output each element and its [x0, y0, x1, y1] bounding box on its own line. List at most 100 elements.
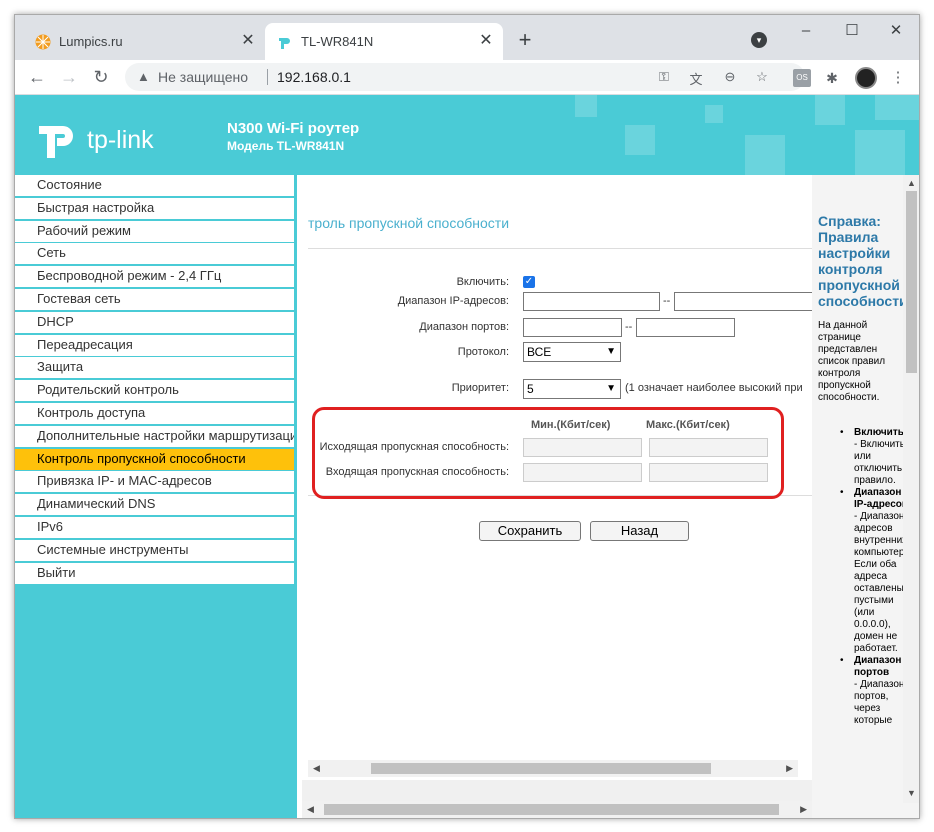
bullet-icon: •	[840, 427, 844, 438]
maximize-icon[interactable]: ☐	[837, 21, 867, 41]
sidebar-item-ddns[interactable]: Динамический DNS	[15, 494, 294, 515]
scrollbar-thumb[interactable]	[371, 763, 711, 774]
sidebar-item-dhcp[interactable]: DHCP	[15, 312, 294, 333]
scroll-right-icon[interactable]: ▶	[800, 801, 807, 818]
security-label[interactable]: Не защищено	[158, 69, 248, 85]
sidebar-item-parental-control[interactable]: Родительский контроль	[15, 380, 294, 401]
bullet-icon: •	[840, 655, 844, 666]
new-tab-plus-icon[interactable]: +	[513, 29, 537, 53]
priority-value: 5	[527, 382, 534, 396]
priority-select[interactable]: 5 ▼	[523, 379, 621, 399]
sidebar-item-logout[interactable]: Выйти	[15, 563, 294, 584]
ip-range-start-input[interactable]	[523, 292, 660, 311]
help-term: Включить	[854, 427, 904, 438]
scroll-right-icon[interactable]: ▶	[786, 760, 793, 777]
bullet-icon: •	[840, 487, 844, 498]
sidebar-item-bandwidth-control[interactable]: Контроль пропускной способности	[15, 449, 294, 470]
sidebar-item-wireless[interactable]: Беспроводной режим - 2,4 ГГц	[15, 266, 294, 287]
help-item: • Диапазон IP-адресов - Диапазон адресов в…	[818, 487, 918, 655]
sidebar-item-forwarding[interactable]: Переадресация	[15, 335, 294, 356]
port-range-end-input[interactable]	[636, 318, 735, 337]
back-button[interactable]: Назад	[590, 521, 689, 541]
close-icon[interactable]: ✕	[239, 32, 257, 50]
warning-triangle-icon[interactable]: ▲	[137, 69, 150, 84]
decor-square	[815, 95, 845, 125]
ip-range-end-input[interactable]	[674, 292, 812, 311]
address-bar[interactable]: ▲ Не защищено 192.168.0.1 ⚿ 文 ⊖ ☆	[125, 63, 805, 91]
protocol-label: Протокол:	[457, 346, 509, 358]
ip-range-label: Диапазон IP-адресов:	[397, 295, 509, 307]
save-button[interactable]: Сохранить	[479, 521, 581, 541]
range-separator: --	[625, 321, 633, 333]
tab-strip: Lumpics.ru ✕ TL-WR841N ✕ + ▾ – ☐ ✕	[15, 15, 919, 60]
sidebar-item-ipv6[interactable]: IPv6	[15, 517, 294, 538]
sidebar-item-advanced-routing[interactable]: Дополнительные настройки маршрутизации	[15, 426, 294, 447]
router-sidebar: Состояние Быстрая настройка Рабочий режи…	[15, 175, 297, 818]
profile-avatar[interactable]	[855, 67, 877, 89]
extension-os-icon[interactable]: OS	[793, 69, 811, 87]
sidebar-item-status[interactable]: Состояние	[15, 175, 294, 196]
more-menu-icon[interactable]: ⋮	[889, 69, 907, 87]
decor-square	[575, 95, 597, 117]
scroll-down-icon[interactable]: ▼	[907, 785, 916, 802]
bookmark-star-icon[interactable]: ☆	[753, 69, 771, 85]
sidebar-item-access-control[interactable]: Контроль доступа	[15, 403, 294, 424]
help-text: - Диапазон портов, через которые	[854, 679, 905, 726]
zoom-icon[interactable]: ⊖	[721, 69, 739, 85]
forward-arrow-icon[interactable]: →	[57, 66, 81, 88]
port-range-label: Диапазон портов:	[419, 321, 509, 333]
browser-window: Lumpics.ru ✕ TL-WR841N ✕ + ▾ – ☐ ✕ ← → ↻…	[14, 14, 920, 819]
decor-square	[745, 135, 785, 175]
priority-hint: (1 означает наиболее высокий при	[625, 382, 803, 394]
window-close-icon[interactable]: ✕	[881, 21, 911, 41]
scroll-left-icon[interactable]: ◀	[313, 760, 320, 777]
puzzle-extensions-icon[interactable]: ✱	[823, 69, 841, 87]
close-icon[interactable]: ✕	[477, 32, 495, 50]
tab-tl-wr841n[interactable]: TL-WR841N ✕	[265, 23, 503, 60]
priority-label: Приоритет:	[451, 382, 509, 394]
scroll-left-icon[interactable]: ◀	[307, 801, 314, 818]
sidebar-item-system-tools[interactable]: Системные инструменты	[15, 540, 294, 561]
page-horizontal-scrollbar[interactable]: ◀ ▶	[302, 801, 812, 818]
range-separator: --	[663, 295, 671, 307]
sidebar-item-ip-mac-binding[interactable]: Привязка IP- и MAC-адресов	[15, 471, 294, 492]
protocol-select[interactable]: ВСЕ ▼	[523, 342, 621, 362]
address-divider	[267, 69, 268, 85]
enable-checkbox[interactable]: ✓	[523, 276, 535, 288]
divider	[308, 248, 812, 249]
help-intro: На данной странице представлен список пр…	[818, 320, 886, 403]
scrollbar-thumb[interactable]	[906, 191, 917, 373]
sidebar-item-network[interactable]: Сеть	[15, 243, 294, 264]
reload-icon[interactable]: ↻	[89, 66, 113, 88]
minimize-icon[interactable]: –	[791, 21, 821, 41]
scroll-up-icon[interactable]: ▲	[907, 175, 916, 192]
port-range-start-input[interactable]	[523, 318, 622, 337]
tplink-logo-mark-icon	[39, 126, 73, 158]
model-title: N300 Wi-Fi роутер	[227, 120, 360, 137]
back-arrow-icon[interactable]: ←	[25, 66, 49, 88]
tab-title: TL-WR841N	[301, 34, 374, 49]
chevron-down-icon: ▼	[606, 346, 616, 357]
protocol-value: ВСЕ	[527, 345, 552, 359]
translate-icon[interactable]: 文	[687, 69, 705, 88]
help-item: • Диапазон портов - Диапазон портов, через…	[818, 655, 910, 727]
help-item: • Включить - Включить или отключить правил…	[818, 427, 910, 487]
url-text[interactable]: 192.168.0.1	[277, 69, 351, 85]
enable-label: Включить:	[456, 276, 509, 288]
help-list: • Включить - Включить или отключить правил…	[818, 427, 918, 727]
decor-square	[855, 130, 905, 175]
key-icon[interactable]: ⚿	[655, 69, 673, 85]
content-horizontal-scrollbar[interactable]: ◀ ▶	[308, 760, 798, 777]
chevron-down-icon: ▼	[606, 383, 616, 394]
page-title: троль пропускной способности	[308, 215, 510, 231]
tab-search-chevron-icon[interactable]: ▾	[751, 32, 767, 48]
help-vertical-scrollbar[interactable]: ▲ ▼	[903, 175, 919, 803]
scrollbar-thumb[interactable]	[324, 804, 779, 815]
sidebar-item-guest-network[interactable]: Гостевая сеть	[15, 289, 294, 310]
sidebar-item-quick-setup[interactable]: Быстрая настройка	[15, 198, 294, 219]
decor-square	[705, 105, 723, 123]
sidebar-item-operation-mode[interactable]: Рабочий режим	[15, 221, 294, 242]
tab-lumpics[interactable]: Lumpics.ru ✕	[23, 23, 266, 60]
decor-square	[625, 125, 655, 155]
sidebar-item-security[interactable]: Защита	[15, 357, 294, 378]
